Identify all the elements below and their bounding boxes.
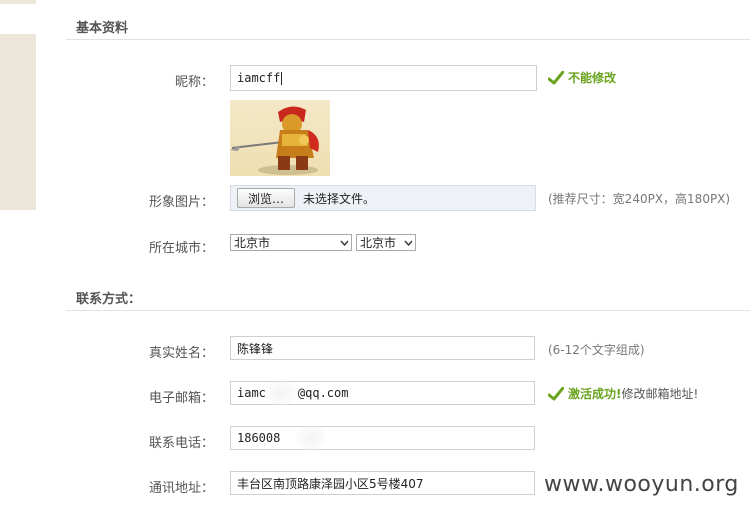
redaction-blur xyxy=(266,381,296,405)
nickname-status-text: 不能修改 xyxy=(568,71,617,85)
city-label: 所在城市： xyxy=(148,241,214,256)
province-select[interactable]: 北京市 xyxy=(230,234,352,251)
email-label: 电子邮箱： xyxy=(148,391,214,406)
email-status-text: 激活成功! xyxy=(568,387,622,401)
redaction-blur xyxy=(296,426,326,450)
check-icon xyxy=(548,386,564,400)
check-icon xyxy=(548,70,564,84)
real-name-input[interactable]: 陈锋锋 xyxy=(230,336,535,360)
nickname-input[interactable]: iamcff xyxy=(230,65,537,91)
phone-input[interactable]: 186008 xyxy=(230,426,535,450)
sidebar-notch xyxy=(0,4,36,34)
sidebar-strip xyxy=(0,0,36,210)
city-select[interactable]: 北京市 xyxy=(356,234,416,251)
address-input[interactable]: 丰台区南顶路康泽园小区5号楼407 xyxy=(230,471,535,495)
chevron-down-icon xyxy=(401,235,415,250)
section-divider xyxy=(66,310,750,311)
change-email-link[interactable]: 修改邮箱地址! xyxy=(621,385,698,402)
chevron-down-icon xyxy=(337,235,351,250)
section-divider xyxy=(66,39,750,40)
section-title-contact: 联系方式： xyxy=(76,292,142,307)
avatar-image xyxy=(230,100,330,176)
real-name-label: 真实姓名： xyxy=(148,346,214,361)
text-caret xyxy=(281,71,283,85)
province-value: 北京市 xyxy=(234,236,271,250)
real-name-value: 陈锋锋 xyxy=(237,341,274,356)
nickname-value: iamcff xyxy=(237,71,281,85)
email-status: 激活成功! 修改邮箱地址! xyxy=(548,385,698,402)
nickname-label: 昵称： xyxy=(174,75,214,90)
nickname-status: 不能修改 xyxy=(548,69,616,86)
real-name-hint: (6-12个文字组成) xyxy=(548,343,645,357)
email-value-suffix: @qq.com xyxy=(297,386,349,400)
phone-label: 联系电话： xyxy=(148,436,214,451)
address-value: 丰台区南顶路康泽园小区5号楼407 xyxy=(237,476,424,491)
warrior-avatar-icon xyxy=(230,106,319,175)
email-value-prefix: iamc xyxy=(237,386,266,400)
browse-button[interactable]: 浏览… xyxy=(237,188,296,208)
city-value: 北京市 xyxy=(360,236,397,250)
section-title-basic: 基本资料 xyxy=(76,21,129,36)
avatar-label: 形象图片： xyxy=(148,195,214,210)
address-label: 通讯地址： xyxy=(148,481,214,496)
file-status: 未选择文件。 xyxy=(303,191,376,206)
phone-value: 186008 xyxy=(237,431,281,445)
avatar-size-hint: (推荐尺寸：宽240PX，高180PX) xyxy=(548,192,731,206)
avatar-file-input[interactable]: 浏览… 未选择文件。 xyxy=(230,185,536,211)
watermark: www.wooyun.org xyxy=(544,472,739,497)
